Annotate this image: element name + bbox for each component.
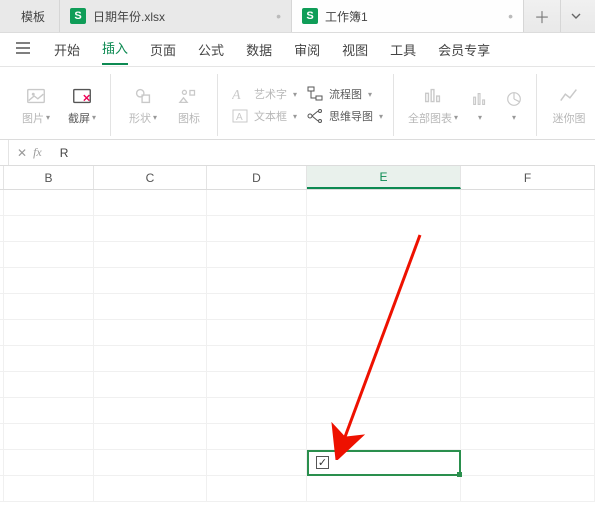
ribbon-group-media: 图片▾ 截屏▾	[8, 74, 111, 136]
menu-review[interactable]: 审阅	[294, 36, 320, 63]
menu-tools[interactable]: 工具	[390, 36, 416, 63]
button-label: 流程图	[329, 86, 362, 102]
fx-section: ✕ fx	[8, 140, 50, 165]
insert-mindmap-button[interactable]: 思维导图 ▾	[307, 108, 383, 124]
tab-file-1[interactable]: S 日期年份.xlsx •	[60, 0, 292, 32]
button-label: 全部图表	[408, 110, 452, 126]
button-label: 图片	[22, 110, 44, 126]
textbox-icon: A	[232, 108, 248, 124]
chevron-down-icon: ▾	[379, 112, 383, 121]
tab-label: 工作簿1	[325, 8, 368, 25]
tab-templates[interactable]: 模板	[0, 0, 60, 32]
bar-chart-icon	[422, 85, 444, 107]
insert-sparkline-button[interactable]: 迷你图	[551, 85, 587, 126]
insert-allcharts-button[interactable]: 全部图表▾	[408, 85, 458, 126]
button-label: 思维导图	[329, 108, 373, 124]
app-menu-button[interactable]	[14, 39, 32, 60]
checkbox-control[interactable]: ✓	[316, 456, 329, 469]
col-header-F[interactable]: F	[461, 166, 595, 189]
menu-member[interactable]: 会员专享	[438, 36, 490, 63]
ribbon-menubar: 开始 插入 页面 公式 数据 审阅 视图 工具 会员专享	[0, 33, 595, 67]
chevron-down-icon: ▾	[512, 113, 516, 122]
insert-flowchart-button[interactable]: 流程图 ▾	[307, 86, 383, 102]
ribbon-group-shapes: 形状▾ 图标	[115, 74, 218, 136]
tab-label: 日期年份.xlsx	[93, 8, 165, 25]
insert-screenshot-button[interactable]: 截屏▾	[64, 85, 100, 126]
menu-page[interactable]: 页面	[150, 36, 176, 63]
pie-chart-icon	[503, 88, 525, 110]
spreadsheet-grid: B C D E F ✓	[0, 166, 595, 502]
column-chart-icon	[469, 88, 491, 110]
spreadsheet-icon: S	[70, 8, 86, 24]
screenshot-icon	[71, 85, 93, 107]
tab-label: 模板	[21, 8, 45, 25]
picture-icon	[25, 85, 47, 107]
svg-text:A: A	[232, 88, 241, 102]
formula-input[interactable]: R	[50, 146, 79, 160]
menu-formula[interactable]: 公式	[198, 36, 224, 63]
insert-picture-button[interactable]: 图片▾	[18, 85, 54, 126]
ribbon-group-charts: 全部图表▾ ▾ ▾	[398, 74, 537, 136]
chevron-down-icon: ▾	[46, 113, 50, 122]
ribbon-group-text: A 艺术字▾ A 文本框▾ 流程图▾ 思维	[222, 74, 394, 136]
add-tab-button[interactable]: ＋	[524, 0, 561, 32]
hamburger-icon	[14, 39, 32, 57]
shapes-icon	[132, 85, 154, 107]
ribbon-toolbar: 图片▾ 截屏▾ 形状▾ 图标 A	[0, 67, 595, 140]
menu-view[interactable]: 视图	[342, 36, 368, 63]
button-label: 图标	[178, 110, 200, 126]
column-headers: B C D E F	[0, 166, 595, 190]
chevron-down-icon: ▾	[293, 112, 297, 121]
spreadsheet-icon: S	[302, 8, 318, 24]
button-label: 艺术字	[254, 86, 287, 102]
chevron-down-icon: ▾	[454, 113, 458, 122]
col-header-E[interactable]: E	[307, 166, 461, 189]
tab-menu-dot[interactable]: •	[276, 8, 281, 24]
insert-icons-button[interactable]: 图标	[171, 85, 207, 126]
insert-textbox-button[interactable]: A 文本框 ▾	[232, 108, 297, 124]
menu-data[interactable]: 数据	[246, 36, 272, 63]
document-tabbar: 模板 S 日期年份.xlsx • S 工作簿1 • ＋	[0, 0, 595, 33]
icons-icon	[178, 85, 200, 107]
col-header-C[interactable]: C	[94, 166, 207, 189]
fx-icon[interactable]: fx	[33, 145, 42, 160]
col-header-D[interactable]: D	[207, 166, 307, 189]
button-label: 形状	[129, 110, 151, 126]
insert-shapes-button[interactable]: 形状▾	[125, 85, 161, 126]
ribbon-group-sparkline: 迷你图	[541, 74, 587, 136]
chart-type-1-button[interactable]: ▾	[468, 88, 492, 122]
tab-overflow-button[interactable]	[561, 0, 591, 32]
tab-file-2[interactable]: S 工作簿1 •	[292, 0, 524, 32]
tab-menu-dot[interactable]: •	[508, 8, 513, 24]
grid-body[interactable]: ✓	[0, 190, 595, 502]
mindmap-icon	[307, 108, 323, 124]
chevron-down-icon: ▾	[153, 113, 157, 122]
cancel-icon[interactable]: ✕	[17, 146, 27, 160]
flowchart-icon	[307, 86, 323, 102]
menu-start[interactable]: 开始	[54, 36, 80, 63]
insert-wordart-button[interactable]: A 艺术字 ▾	[232, 86, 297, 102]
svg-text:A: A	[236, 112, 243, 123]
chevron-down-icon: ▾	[293, 90, 297, 99]
button-label: 迷你图	[553, 110, 586, 126]
button-label: 文本框	[254, 108, 287, 124]
formula-bar: ✕ fx R	[0, 140, 595, 166]
chevron-down-icon	[571, 11, 581, 21]
chevron-down-icon: ▾	[92, 113, 96, 122]
col-header-B[interactable]: B	[4, 166, 94, 189]
chart-type-2-button[interactable]: ▾	[502, 88, 526, 122]
chevron-down-icon: ▾	[368, 90, 372, 99]
button-label: 截屏	[68, 110, 90, 126]
line-chart-icon	[558, 85, 580, 107]
menu-insert[interactable]: 插入	[102, 34, 128, 65]
chevron-down-icon: ▾	[478, 113, 482, 122]
wordart-icon: A	[232, 86, 248, 102]
